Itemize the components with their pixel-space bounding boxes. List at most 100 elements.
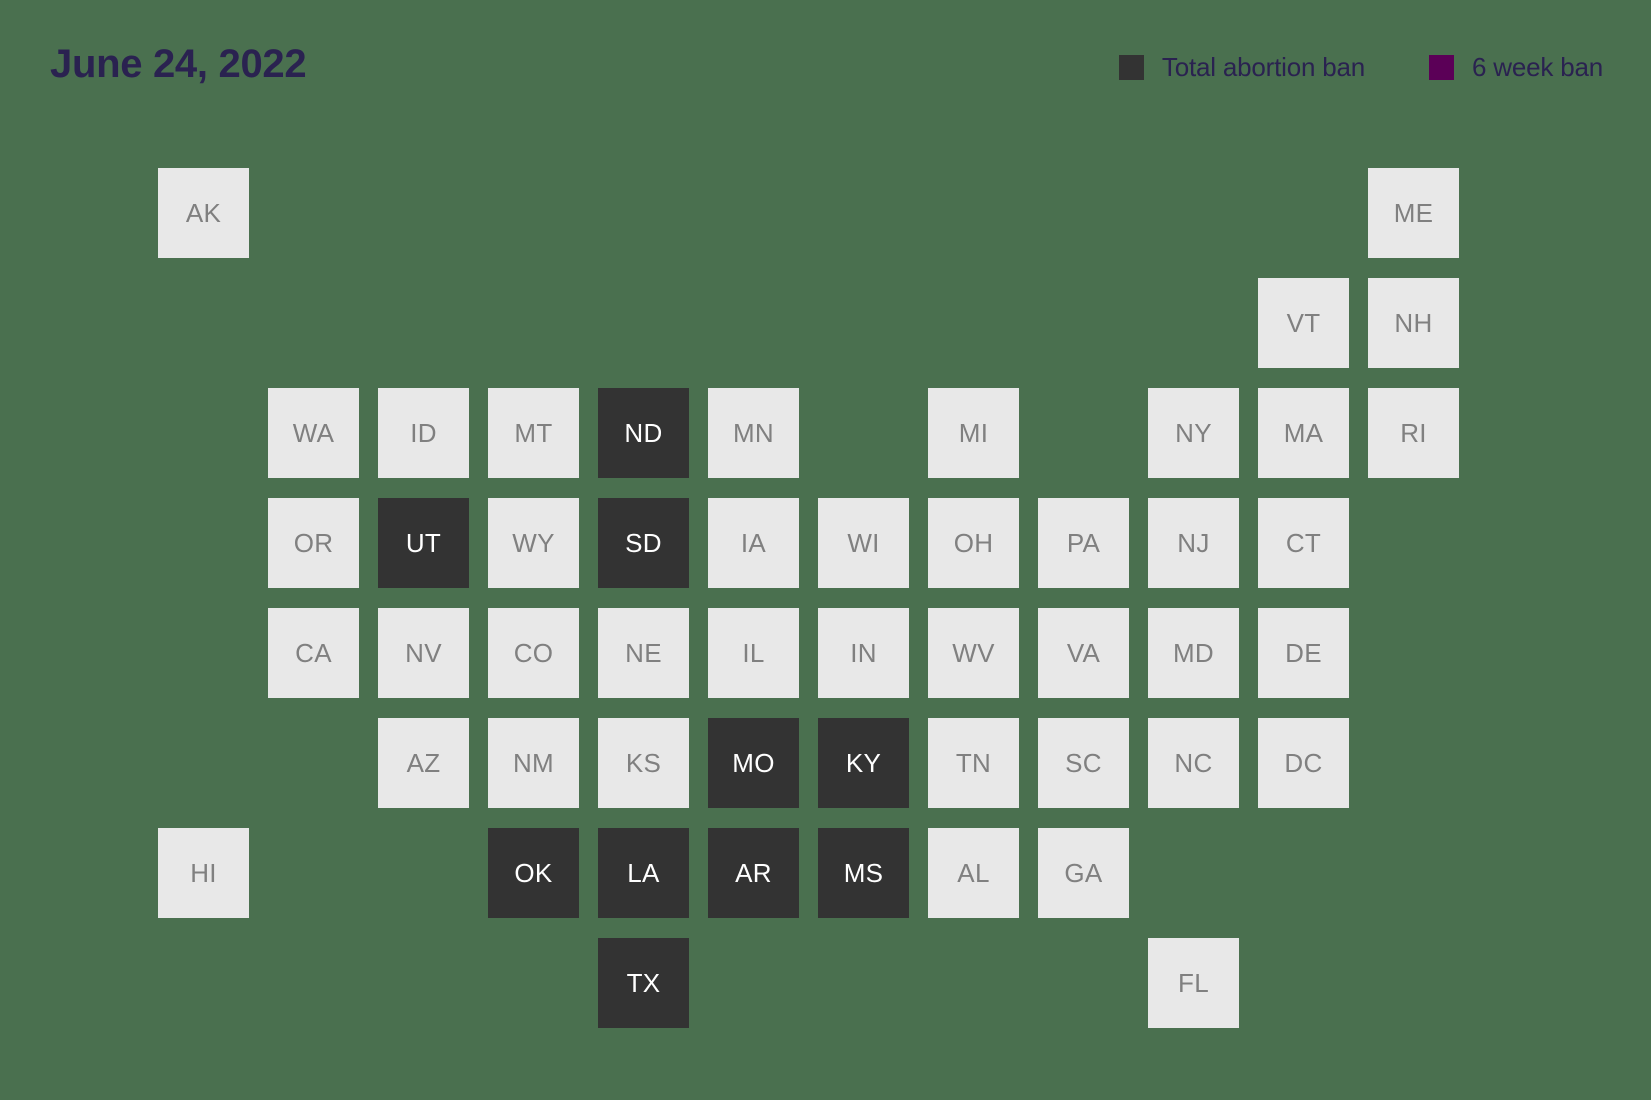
state-tile-sc[interactable]: SC [1038,718,1129,808]
state-tile-label: SC [1065,747,1102,778]
state-tile-label: CT [1285,527,1322,558]
state-tile-label: AZ [406,747,441,778]
state-tile-ks[interactable]: KS [598,718,689,808]
state-tile-label: HI [190,857,217,888]
state-tile-sd[interactable]: SD [598,498,689,588]
state-tile-mi[interactable]: MI [928,388,1019,478]
state-tile-label: TN [955,747,992,778]
state-tile-ky[interactable]: KY [818,718,909,808]
state-tile-label: MD [1172,637,1215,668]
state-tile-me[interactable]: ME [1368,168,1459,258]
state-tile-nh[interactable]: NH [1368,278,1459,368]
state-tile-label: IL [742,637,765,668]
state-tile-nv[interactable]: NV [378,608,469,698]
state-tile-label: FL [1178,967,1209,998]
state-tile-ri[interactable]: RI [1368,388,1459,478]
state-tile-co[interactable]: CO [488,608,579,698]
state-tile-nd[interactable]: ND [598,388,689,478]
state-tile-ma[interactable]: MA [1258,388,1349,478]
us-state-cartogram: AK ME VT NH WA ID MT ND MN MI NY MA RI OR UT WY SD IA WI OH… [0,0,1651,1100]
state-tile-tx[interactable]: TX [598,938,689,1028]
state-tile-label: ME [1393,197,1434,228]
state-tile-label: WI [847,527,880,558]
state-tile-label: SD [625,527,662,558]
state-tile-ca[interactable]: CA [268,608,359,698]
state-tile-dc[interactable]: DC [1258,718,1349,808]
state-tile-al[interactable]: AL [928,828,1019,918]
state-tile-nm[interactable]: NM [488,718,579,808]
state-tile-label: MA [1283,417,1324,448]
state-tile-label: DE [1285,637,1322,668]
state-tile-ar[interactable]: AR [708,828,799,918]
state-tile-label: NE [625,637,662,668]
state-tile-label: OR [293,527,334,558]
state-tile-label: VA [1066,637,1101,668]
state-tile-nj[interactable]: NJ [1148,498,1239,588]
state-tile-label: MO [732,747,775,778]
state-tile-wv[interactable]: WV [928,608,1019,698]
state-tile-label: AR [735,857,772,888]
state-tile-tn[interactable]: TN [928,718,1019,808]
state-tile-label: KS [625,747,662,778]
state-tile-label: MI [958,417,989,448]
state-tile-vt[interactable]: VT [1258,278,1349,368]
state-tile-label: LA [627,857,660,888]
state-tile-label: PA [1066,527,1101,558]
state-tile-md[interactable]: MD [1148,608,1239,698]
state-tile-de[interactable]: DE [1258,608,1349,698]
state-tile-pa[interactable]: PA [1038,498,1129,588]
state-tile-label: NY [1175,417,1212,448]
state-tile-label: NH [1394,307,1433,338]
state-tile-ny[interactable]: NY [1148,388,1239,478]
state-tile-label: MN [732,417,775,448]
state-tile-mt[interactable]: MT [488,388,579,478]
state-tile-mo[interactable]: MO [708,718,799,808]
state-tile-or[interactable]: OR [268,498,359,588]
state-tile-fl[interactable]: FL [1148,938,1239,1028]
state-tile-label: UT [405,527,442,558]
state-tile-va[interactable]: VA [1038,608,1129,698]
state-tile-nc[interactable]: NC [1148,718,1239,808]
state-tile-label: TX [626,967,661,998]
state-tile-la[interactable]: LA [598,828,689,918]
state-tile-oh[interactable]: OH [928,498,1019,588]
state-tile-hi[interactable]: HI [158,828,249,918]
state-tile-label: ID [410,417,437,448]
state-tile-ne[interactable]: NE [598,608,689,698]
state-tile-label: MT [514,417,553,448]
state-tile-wa[interactable]: WA [268,388,359,478]
cartogram-page: June 24, 2022 Total abortion ban 6 week b… [0,0,1651,1100]
state-tile-label: OK [514,857,553,888]
state-tile-wy[interactable]: WY [488,498,579,588]
state-tile-ms[interactable]: MS [818,828,909,918]
state-tile-ak[interactable]: AK [158,168,249,258]
state-tile-az[interactable]: AZ [378,718,469,808]
state-tile-label: ND [624,417,663,448]
state-tile-ct[interactable]: CT [1258,498,1349,588]
state-tile-ga[interactable]: GA [1038,828,1129,918]
state-tile-ut[interactable]: UT [378,498,469,588]
state-tile-label: NC [1174,747,1213,778]
state-tile-label: AK [185,197,222,228]
state-tile-label: NJ [1177,527,1210,558]
state-tile-label: KY [845,747,882,778]
state-tile-label: WA [292,417,335,448]
state-tile-label: GA [1064,857,1103,888]
state-tile-label: MS [843,857,884,888]
state-tile-label: CA [295,637,332,668]
state-tile-in[interactable]: IN [818,608,909,698]
state-tile-label: RI [1400,417,1427,448]
state-tile-label: WY [512,527,555,558]
state-tile-label: VT [1286,307,1321,338]
state-tile-label: IA [740,527,767,558]
state-tile-il[interactable]: IL [708,608,799,698]
state-tile-label: OH [953,527,994,558]
state-tile-ok[interactable]: OK [488,828,579,918]
state-tile-wi[interactable]: WI [818,498,909,588]
state-tile-label: IN [850,637,877,668]
state-tile-label: AL [957,857,990,888]
state-tile-mn[interactable]: MN [708,388,799,478]
state-tile-id[interactable]: ID [378,388,469,478]
state-tile-ia[interactable]: IA [708,498,799,588]
state-tile-label: WV [952,637,995,668]
